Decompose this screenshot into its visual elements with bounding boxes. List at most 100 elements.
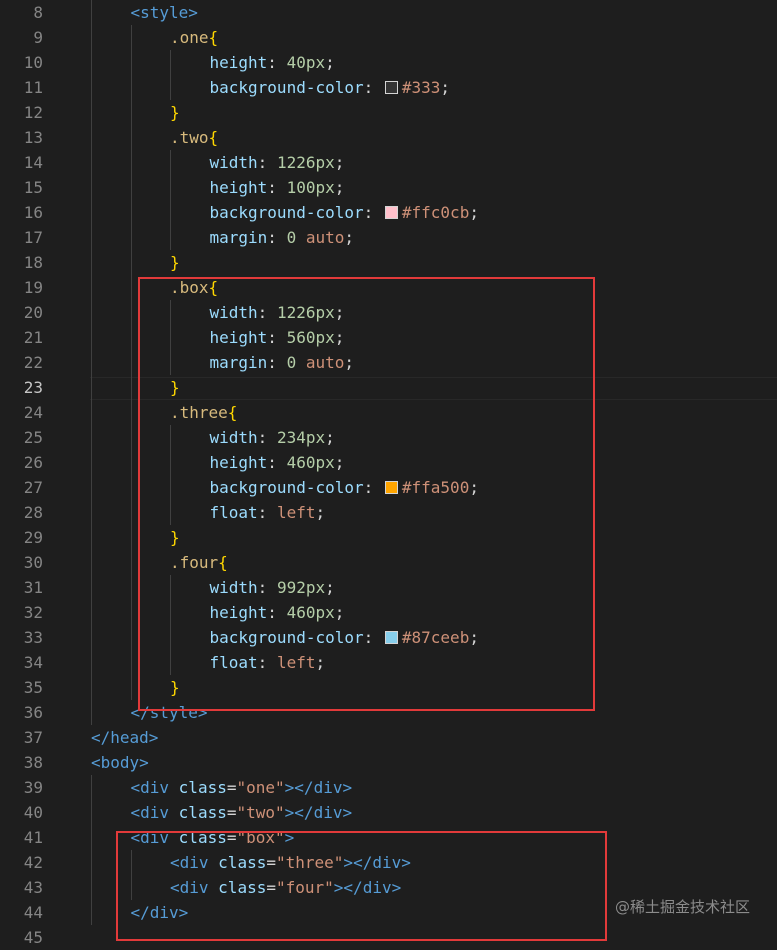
code-line[interactable]: 41 <div class="box"> [0,825,777,850]
code-line[interactable]: 27 background-color: #ffa500; [0,475,777,500]
indent-guide [130,400,132,425]
code-line[interactable]: 33 background-color: #87ceeb; [0,625,777,650]
code-line[interactable]: 14 width: 1226px; [0,150,777,175]
indent-guide [130,650,132,675]
code-token: : [267,353,287,372]
indent-guide [130,375,132,400]
code-token: left [276,653,316,672]
indent-guide [170,600,171,625]
color-swatch[interactable] [384,631,398,644]
code-token: class [178,828,227,847]
code-line[interactable]: 42 <div class="three"></div> [0,850,777,875]
code-token: ; [334,178,345,197]
code-line[interactable]: 36 </style> [0,700,777,725]
code-line[interactable]: 16 background-color: #ffc0cb; [0,200,777,225]
code-line[interactable]: 24 .three{ [0,400,777,425]
line-number: 25 [23,428,43,447]
code-text: } [170,525,180,550]
code-text: .four{ [170,550,228,575]
indent-guide [130,525,132,550]
line-number: 38 [23,753,43,772]
code-token: 0 [286,228,297,247]
code-token: </head> [91,728,159,747]
code-text: .three{ [170,400,237,425]
code-line[interactable]: 25 width: 234px; [0,425,777,450]
code-token: "box" [236,828,285,847]
code-text: width: 1226px; [210,300,345,325]
indent-guide [170,350,171,375]
line-number: 16 [23,203,43,222]
code-line[interactable]: 34 float: left; [0,650,777,675]
color-swatch[interactable] [384,206,398,219]
code-token: #ffc0cb [401,203,470,222]
code-token: ; [440,78,451,97]
code-token: 460px [286,603,335,622]
line-number: 8 [33,3,43,22]
code-line[interactable]: 31 width: 992px; [0,575,777,600]
code-line[interactable]: 18} [0,250,777,275]
code-line[interactable]: 26 height: 460px; [0,450,777,475]
code-line[interactable]: 21 height: 560px; [0,325,777,350]
code-token: ; [334,453,345,472]
code-line[interactable]: 23} [0,375,777,400]
code-text: <div class="four"></div> [170,875,401,900]
color-swatch[interactable] [384,481,398,494]
indent-guide [130,75,132,100]
indent-guide [170,625,171,650]
code-line[interactable]: 20 width: 1226px; [0,300,777,325]
code-text: <body> [91,750,149,775]
code-token: <body> [91,753,149,772]
code-token: </div> [294,803,353,822]
code-line[interactable]: 10 height: 40px; [0,50,777,75]
watermark: @稀土掘金技术社区 [614,898,750,916]
indent-guide [91,850,92,875]
code-token: : [257,503,277,522]
code-token: "three" [275,853,344,872]
code-token: > [333,878,344,897]
code-token: ; [325,428,335,447]
code-line[interactable]: 40 <div class="two"></div> [0,800,777,825]
indent-guide [170,475,171,500]
code-line[interactable]: 35} [0,675,777,700]
line-number: 10 [23,53,43,72]
code-line[interactable]: 38 <body> [0,750,777,775]
code-line[interactable]: 45 [0,925,777,950]
code-token: float [209,503,258,522]
code-text: <div class="two"></div> [131,800,353,825]
code-line[interactable]: 8 <style> [0,0,777,25]
code-line[interactable]: 32 height: 460px; [0,600,777,625]
code-line[interactable]: 39 <div class="one"></div> [0,775,777,800]
code-line[interactable]: 11 background-color: #333; [0,75,777,100]
code-line[interactable]: 37 </head> [0,725,777,750]
code-line[interactable]: 12} [0,100,777,125]
indent-guide [130,325,132,350]
code-editor[interactable]: 8 <style> 9 .one{10 height: 40px; 11 backgroun… [0,0,777,947]
code-text: background-color: #333; [210,75,451,100]
code-token: background-color [209,203,364,222]
code-line[interactable]: 30 .four{ [0,550,777,575]
code-line[interactable]: 19 .box{ [0,275,777,300]
code-token: ; [334,303,345,322]
indent-guide [91,450,92,475]
code-line[interactable]: 29} [0,525,777,550]
code-line[interactable]: 28 float: left; [0,500,777,525]
code-token: { [208,28,219,47]
code-token: </div> [343,878,402,897]
indent-guide [130,425,132,450]
code-token: : [363,628,383,647]
code-line[interactable]: 13 .two{ [0,125,777,150]
code-line[interactable]: 22 margin: 0 auto; [0,350,777,375]
indent-guide [170,225,171,250]
indent-guide [170,450,171,475]
code-line[interactable]: 9 .one{ [0,25,777,50]
code-line[interactable]: 17 margin: 0 auto; [0,225,777,250]
indent-guide [91,500,92,525]
code-token: ; [334,603,345,622]
indent-guide [91,225,92,250]
color-swatch[interactable] [384,81,398,94]
code-line[interactable]: 15 height: 100px; [0,175,777,200]
